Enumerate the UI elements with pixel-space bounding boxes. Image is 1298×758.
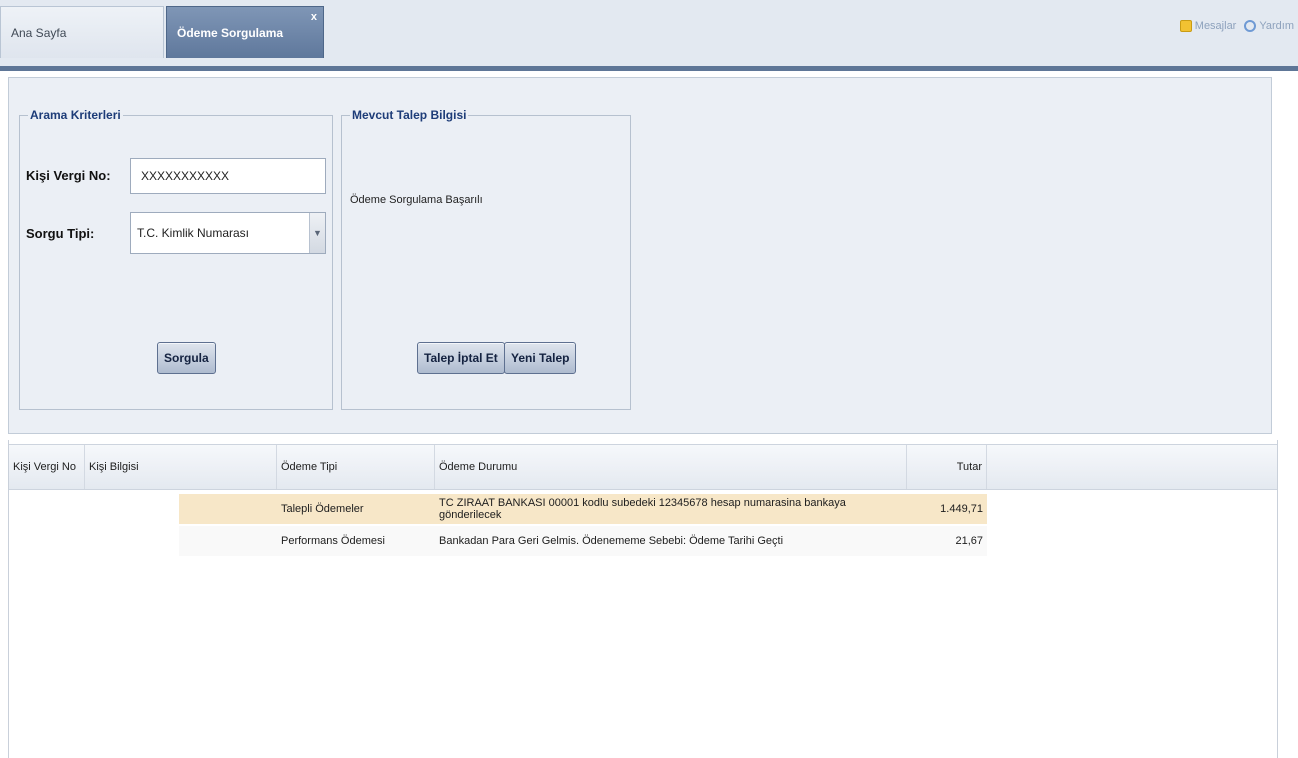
query-status-text: Ödeme Sorgulama Başarılı <box>350 194 483 206</box>
new-request-button[interactable]: Yeni Talep <box>504 342 577 374</box>
cell-amount: 21,67 <box>907 526 987 556</box>
search-criteria-legend: Arama Kriterleri <box>30 108 121 122</box>
cell-payment-type: Performans Ödemesi <box>277 526 435 556</box>
cell-person <box>85 494 179 524</box>
cell-payment-status: Bankadan Para Geri Gelmis. Ödenememe Seb… <box>435 526 907 556</box>
cell-payment-type: Talepli Ödemeler <box>277 494 435 524</box>
tab-home-label: Ana Sayfa <box>11 25 67 40</box>
column-header-payment-type[interactable]: Ödeme Tipi <box>277 445 435 489</box>
query-button[interactable]: Sorgula <box>157 342 216 374</box>
tab-home[interactable]: Ana Sayfa <box>0 6 164 58</box>
column-header-tax-no[interactable]: Kişi Vergi No <box>9 445 85 489</box>
close-icon[interactable]: x <box>311 11 317 23</box>
tax-no-input[interactable] <box>130 158 326 194</box>
column-header-payment-status[interactable]: Ödeme Durumu <box>435 445 907 489</box>
query-panel: Arama Kriterleri Kişi Vergi No: Sorgu Ti… <box>8 77 1272 434</box>
grid-header: Kişi Vergi No Kişi Bilgisi Ödeme Tipi Öd… <box>9 444 1277 490</box>
tax-no-label: Kişi Vergi No: <box>26 168 111 183</box>
column-header-amount[interactable]: Tutar <box>907 445 987 489</box>
cell-tax-no <box>9 494 85 524</box>
tab-payment-query-label: Ödeme Sorgulama <box>177 25 284 40</box>
column-header-person[interactable]: Kişi Bilgisi <box>85 445 277 489</box>
chevron-down-icon[interactable]: ▼ <box>309 213 325 253</box>
help-link[interactable]: Yardım <box>1244 20 1294 33</box>
request-info-group: Mevcut Talep Bilgisi Ödeme Sorgulama Baş… <box>341 108 631 410</box>
cell-person <box>85 526 179 556</box>
tab-payment-query[interactable]: Ödeme Sorgulama x <box>166 6 324 58</box>
cancel-request-button[interactable]: Talep İptal Et <box>417 342 505 374</box>
messages-label: Mesajlar <box>1194 20 1237 32</box>
messages-link[interactable]: Mesajlar <box>1179 20 1237 33</box>
cell-tax-no <box>9 526 85 556</box>
table-row[interactable]: Performans Ödemesi Bankadan Para Geri Ge… <box>9 526 987 556</box>
query-type-label: Sorgu Tipi: <box>26 226 95 241</box>
tab-strip: Ana Sayfa Ödeme Sorgulama x Mesajlar Yar… <box>0 0 1298 66</box>
help-label: Yardım <box>1259 20 1294 32</box>
cell-spacer <box>179 526 277 556</box>
top-actions: Mesajlar Yardım <box>1179 20 1294 33</box>
help-icon <box>1244 20 1257 33</box>
cell-spacer <box>179 494 277 524</box>
search-criteria-group: Arama Kriterleri Kişi Vergi No: Sorgu Ti… <box>19 108 333 410</box>
mail-icon <box>1179 20 1192 33</box>
cell-amount: 1.449,71 <box>907 494 987 524</box>
results-grid: Kişi Vergi No Kişi Bilgisi Ödeme Tipi Öd… <box>8 440 1278 758</box>
table-row[interactable]: Talepli Ödemeler TC ZIRAAT BANKASI 00001… <box>9 494 987 524</box>
cell-payment-status: TC ZIRAAT BANKASI 00001 kodlu subedeki 1… <box>435 494 907 524</box>
query-type-value: T.C. Kimlik Numarası <box>130 212 326 254</box>
query-type-select[interactable]: T.C. Kimlik Numarası ▼ <box>130 212 326 254</box>
header-divider <box>0 66 1298 71</box>
request-info-legend: Mevcut Talep Bilgisi <box>352 108 467 122</box>
